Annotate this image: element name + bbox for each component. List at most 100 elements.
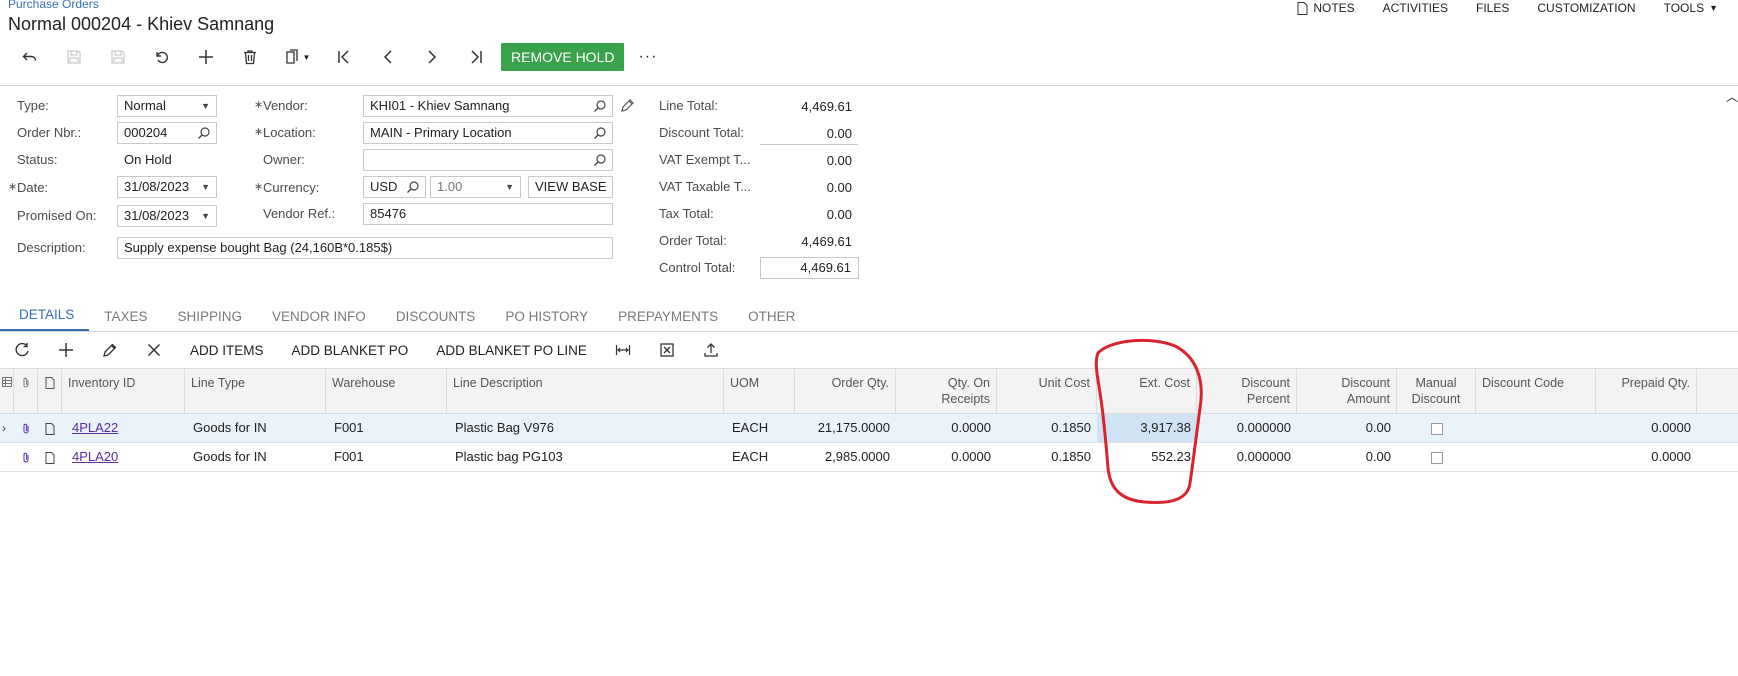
col-prepaid-qty[interactable]: Prepaid Qty.: [1596, 369, 1697, 413]
add-blanket-po-button[interactable]: ADD BLANKET PO: [278, 343, 423, 358]
col-discount-code[interactable]: Discount Code: [1476, 369, 1596, 413]
col-line-description[interactable]: Line Description: [447, 369, 724, 413]
vendor-field[interactable]: KHI01 - Khiev Samnang: [363, 95, 613, 117]
ext-cost-cell[interactable]: 3,917.38: [1097, 414, 1197, 442]
paperclip-icon[interactable]: [21, 414, 35, 442]
export-excel-button[interactable]: [645, 333, 689, 367]
uom-cell[interactable]: EACH: [724, 443, 795, 471]
add-row-button[interactable]: [44, 333, 88, 367]
col-warehouse[interactable]: Warehouse: [326, 369, 447, 413]
add-blanket-po-line-button[interactable]: ADD BLANKET PO LINE: [422, 343, 601, 358]
order-qty-cell[interactable]: 21,175.0000: [795, 414, 896, 442]
pencil-icon[interactable]: [620, 98, 635, 113]
discount-percent-cell[interactable]: 0.000000: [1197, 414, 1297, 442]
manual-discount-checkbox[interactable]: [1430, 422, 1443, 435]
search-icon[interactable]: [593, 153, 607, 167]
discount-code-cell[interactable]: [1476, 443, 1596, 471]
col-line-type[interactable]: Line Type: [185, 369, 326, 413]
col-uom[interactable]: UOM: [724, 369, 795, 413]
line-type-cell[interactable]: Goods for IN: [185, 443, 326, 471]
note-icon[interactable]: [45, 443, 59, 471]
tab-taxes[interactable]: TAXES: [89, 300, 162, 332]
previous-record-button[interactable]: [366, 40, 410, 74]
tab-shipping[interactable]: SHIPPING: [163, 300, 258, 332]
type-select[interactable]: Normal ▼: [117, 95, 217, 117]
activities-button[interactable]: ACTIVITIES: [1369, 0, 1462, 16]
description-cell[interactable]: Plastic Bag V976: [447, 414, 724, 442]
order-nbr-field[interactable]: 000204: [117, 122, 217, 144]
save-close-button[interactable]: [52, 40, 96, 74]
vendor-ref-field[interactable]: 85476: [363, 203, 613, 225]
warehouse-cell[interactable]: F001: [326, 443, 447, 471]
search-icon[interactable]: [593, 99, 607, 113]
search-icon[interactable]: [406, 180, 420, 194]
col-qty-on-receipts[interactable]: Qty. On Receipts: [896, 369, 997, 413]
discount-percent-cell[interactable]: 0.000000: [1197, 443, 1297, 471]
last-record-button[interactable]: [454, 40, 498, 74]
fit-columns-button[interactable]: [601, 333, 645, 367]
tab-other[interactable]: OTHER: [733, 300, 810, 332]
add-button[interactable]: [184, 40, 228, 74]
tab-details[interactable]: DETAILS: [0, 300, 90, 332]
grid-settings-icon[interactable]: [0, 369, 14, 413]
line-type-cell[interactable]: Goods for IN: [185, 414, 326, 442]
col-inventory-id[interactable]: Inventory ID: [62, 369, 185, 413]
breadcrumb[interactable]: Purchase Orders: [8, 0, 99, 11]
note-icon[interactable]: [45, 414, 59, 442]
uom-cell[interactable]: EACH: [724, 414, 795, 442]
warehouse-cell[interactable]: F001: [326, 414, 447, 442]
back-button[interactable]: [8, 40, 52, 74]
col-order-qty[interactable]: Order Qty.: [795, 369, 896, 413]
col-unit-cost[interactable]: Unit Cost: [997, 369, 1097, 413]
table-row[interactable]: › 4PLA22 Goods for IN F001 Plastic Bag V…: [0, 414, 1738, 443]
col-discount-percent[interactable]: Discount Percent: [1197, 369, 1297, 413]
remove-hold-button[interactable]: REMOVE HOLD: [501, 43, 625, 71]
manual-discount-checkbox[interactable]: [1430, 451, 1443, 464]
customization-button[interactable]: CUSTOMIZATION: [1523, 0, 1649, 16]
upload-button[interactable]: [689, 333, 733, 367]
col-discount-amount[interactable]: Discount Amount: [1297, 369, 1397, 413]
inventory-id-link[interactable]: 4PLA22: [72, 420, 118, 435]
cancel-button[interactable]: [140, 40, 184, 74]
next-record-button[interactable]: [410, 40, 454, 74]
col-manual-discount[interactable]: Manual Discount: [1397, 369, 1476, 413]
tools-button[interactable]: TOOLS ▼: [1650, 0, 1732, 16]
first-record-button[interactable]: [322, 40, 366, 74]
delete-button[interactable]: [228, 40, 272, 74]
control-total-field[interactable]: 4,469.61: [760, 257, 859, 279]
collapse-icon[interactable]: ︿: [1726, 88, 1738, 105]
save-button[interactable]: [96, 40, 140, 74]
date-field[interactable]: 31/08/2023 ▼: [117, 176, 217, 198]
description-cell[interactable]: Plastic bag PG103: [447, 443, 724, 471]
location-field[interactable]: MAIN - Primary Location: [363, 122, 613, 144]
delete-row-button[interactable]: [132, 333, 176, 367]
add-items-button[interactable]: ADD ITEMS: [176, 343, 278, 358]
search-icon[interactable]: [593, 126, 607, 140]
discount-code-cell[interactable]: [1476, 414, 1596, 442]
paperclip-icon[interactable]: [21, 443, 35, 471]
view-base-button[interactable]: VIEW BASE: [528, 176, 613, 198]
order-qty-cell[interactable]: 2,985.0000: [795, 443, 896, 471]
table-row[interactable]: 4PLA20 Goods for IN F001 Plastic bag PG1…: [0, 443, 1738, 472]
tab-prepayments[interactable]: PREPAYMENTS: [603, 300, 733, 332]
notes-button[interactable]: NOTES: [1283, 0, 1368, 16]
discount-amount-cell[interactable]: 0.00: [1297, 414, 1397, 442]
copy-paste-button[interactable]: ▼: [272, 40, 322, 74]
unit-cost-cell[interactable]: 0.1850: [997, 414, 1097, 442]
row-selector-icon[interactable]: ›: [2, 414, 14, 442]
refresh-button[interactable]: [0, 333, 44, 367]
inventory-id-link[interactable]: 4PLA20: [72, 449, 118, 464]
tab-po-history[interactable]: PO HISTORY: [490, 300, 603, 332]
tab-discounts[interactable]: DISCOUNTS: [381, 300, 491, 332]
col-ext-cost[interactable]: Ext. Cost: [1097, 369, 1197, 413]
currency-rate-select[interactable]: 1.00 ▼: [430, 176, 521, 198]
tab-vendor-info[interactable]: VENDOR INFO: [257, 300, 381, 332]
owner-field[interactable]: [363, 149, 613, 171]
promised-on-field[interactable]: 31/08/2023 ▼: [117, 205, 217, 227]
currency-field[interactable]: USD: [363, 176, 426, 198]
more-menu-button[interactable]: ···: [624, 48, 671, 66]
edit-row-button[interactable]: [88, 333, 132, 367]
ext-cost-cell[interactable]: 552.23: [1097, 443, 1197, 471]
unit-cost-cell[interactable]: 0.1850: [997, 443, 1097, 471]
search-icon[interactable]: [197, 126, 211, 140]
